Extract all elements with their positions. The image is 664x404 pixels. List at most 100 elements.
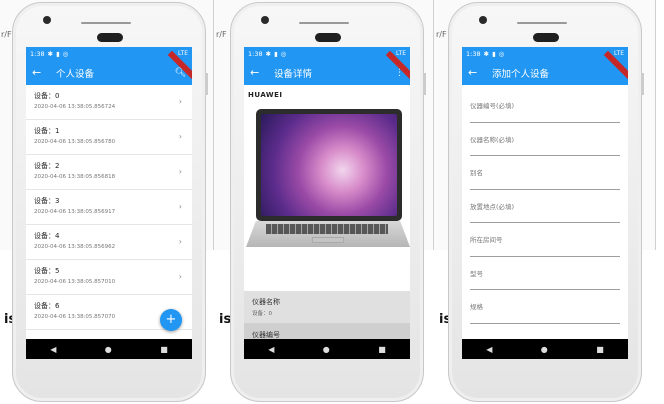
sim-icon: ▮ [492, 49, 496, 58]
app-bar: ← 添加个人设备 [462, 50, 628, 85]
nav-recents-icon[interactable]: ■ [160, 345, 168, 354]
system-nav-bar: ◀ ● ■ [244, 339, 410, 359]
list-item-timestamp: 2020-04-06 13:38:05.856962 [34, 244, 116, 250]
background-text-1: r/F [1, 30, 12, 39]
chevron-right-icon: › [178, 167, 182, 176]
earpiece [315, 33, 341, 42]
list-item-timestamp: 2020-04-06 13:38:05.856724 [34, 104, 116, 110]
settings-icon: ✱ [265, 49, 272, 58]
list-item-title: 设备：6 [34, 302, 60, 310]
earpiece [97, 33, 123, 42]
arrow-back-icon[interactable]: ← [32, 66, 48, 79]
laptop-touchpad [312, 237, 344, 243]
signal-indicator: LTE [178, 50, 188, 57]
location-field[interactable]: 放置地点(必填) [470, 190, 620, 223]
field-value: 设备：0 [252, 311, 272, 317]
earpiece [533, 33, 559, 42]
settings-icon: ✱ [47, 49, 54, 58]
sync-icon: ◎ [498, 49, 505, 58]
nav-home-icon[interactable]: ● [323, 345, 330, 354]
sync-icon: ◎ [62, 49, 69, 58]
phone-device-list: 1:38 ✱ ▮ ◎ LTE ← 个人设备 🔍︎ 设备：0 2020-04-06 … [12, 2, 208, 402]
room-number-field[interactable]: 所在房间号 [470, 223, 620, 257]
list-item[interactable]: 设备：5 2020-04-06 13:38:05.857010 › [26, 260, 192, 295]
nav-recents-icon[interactable]: ■ [596, 345, 604, 354]
background-text-3: r/F [436, 30, 447, 39]
background-text-2: r/F [216, 30, 227, 39]
list-item-title: 设备：2 [34, 162, 60, 170]
list-item-title: 设备：0 [34, 92, 60, 100]
settings-icon: ✱ [483, 49, 490, 58]
spacer [244, 249, 410, 291]
list-item[interactable]: 设备：0 2020-04-06 13:38:05.856724 › [26, 85, 192, 120]
list-item-title: 设备：3 [34, 197, 60, 205]
nav-home-icon[interactable]: ● [541, 345, 548, 354]
speaker-grille [517, 22, 567, 24]
screen: 1:38 ✱ ▮ ◎ LTE ← 添加个人设备 仪器编号(必填) 仪器名称(必填… [462, 47, 628, 359]
nav-back-icon[interactable]: ◀ [486, 345, 492, 354]
spec-field[interactable]: 规格 [470, 290, 620, 324]
status-bar: 1:38 ✱ ▮ ◎ LTE [462, 47, 628, 60]
list-item-title: 设备：4 [34, 232, 60, 240]
alias-field[interactable]: 别名 [470, 156, 620, 190]
screen: 1:38 ✱ ▮ ◎ LTE ← 个人设备 🔍︎ 设备：0 2020-04-06 … [26, 47, 192, 359]
brand-logo: HUAWEI [248, 91, 283, 99]
phone-add-device: 1:38 ✱ ▮ ◎ LTE ← 添加个人设备 仪器编号(必填) 仪器名称(必填… [448, 2, 644, 402]
status-time: 1:38 [30, 49, 45, 58]
screen: 1:38 ✱ ▮ ◎ LTE ← 设备详情 ⋮ HUAWEI 仪器名称 设备：0… [244, 47, 410, 359]
nav-back-icon[interactable]: ◀ [268, 345, 274, 354]
system-nav-bar: ◀ ● ■ [462, 339, 628, 359]
system-nav-bar: ◀ ● ■ [26, 339, 192, 359]
nav-recents-icon[interactable]: ■ [378, 345, 386, 354]
phone-device-detail: 1:38 ✱ ▮ ◎ LTE ← 设备详情 ⋮ HUAWEI 仪器名称 设备：0… [230, 2, 426, 402]
instrument-number-field[interactable]: 仪器编号(必填) [470, 89, 620, 123]
screenshot-stage: r/F r/F r/F is is is 1:38 ✱ ▮ ◎ LTE ← 个人… [0, 0, 664, 404]
chevron-right-icon: › [178, 202, 182, 211]
device-image [244, 109, 410, 249]
power-button[interactable] [641, 73, 644, 95]
instrument-name-field[interactable]: 仪器名称(必填) [470, 123, 620, 156]
list-item[interactable]: 设备：1 2020-04-06 13:38:05.856780 › [26, 120, 192, 155]
camera-icon [261, 16, 269, 24]
nav-home-icon[interactable]: ● [105, 345, 112, 354]
laptop-keyboard [266, 224, 388, 234]
status-bar: 1:38 ✱ ▮ ◎ LTE [26, 47, 192, 60]
sync-icon: ◎ [280, 49, 287, 58]
list-item-title: 设备：1 [34, 127, 60, 135]
app-bar: ← 设备详情 ⋮ [244, 50, 410, 85]
speaker-grille [299, 22, 349, 24]
laptop-display [261, 114, 397, 216]
list-item-timestamp: 2020-04-06 13:38:05.857010 [34, 279, 116, 285]
add-device-form: 仪器编号(必填) 仪器名称(必填) 别名 放置地点(必填) 所在房间号 型号 规… [462, 85, 628, 324]
chevron-right-icon: › [178, 237, 182, 246]
add-device-fab[interactable]: + [160, 309, 182, 331]
speaker-grille [81, 22, 131, 24]
chevron-right-icon: › [178, 272, 182, 281]
arrow-back-icon[interactable]: ← [250, 66, 266, 79]
page-title: 个人设备 [56, 68, 95, 80]
status-time: 1:38 [466, 49, 481, 58]
list-item-timestamp: 2020-04-06 13:38:05.856818 [34, 174, 116, 180]
status-time: 1:38 [248, 49, 263, 58]
power-button[interactable] [423, 73, 426, 95]
camera-icon [43, 16, 51, 24]
status-bar: 1:38 ✱ ▮ ◎ LTE [244, 47, 410, 60]
laptop-lid [256, 109, 402, 221]
signal-indicator: LTE [396, 50, 406, 57]
model-field[interactable]: 型号 [470, 257, 620, 290]
page-title: 设备详情 [274, 68, 313, 80]
device-list: 设备：0 2020-04-06 13:38:05.856724 › 设备：1 2020… [26, 85, 192, 330]
arrow-back-icon[interactable]: ← [468, 66, 484, 79]
list-item[interactable]: 设备：4 2020-04-06 13:38:05.856962 › [26, 225, 192, 260]
detail-field-name: 仪器名称 设备：0 [244, 291, 410, 324]
sim-icon: ▮ [56, 49, 60, 58]
camera-icon [479, 16, 487, 24]
app-bar: ← 个人设备 🔍︎ [26, 50, 192, 85]
list-item-timestamp: 2020-04-06 13:38:05.856780 [34, 139, 116, 145]
chevron-right-icon: › [178, 97, 182, 106]
list-item[interactable]: 设备：2 2020-04-06 13:38:05.856818 › [26, 155, 192, 190]
power-button[interactable] [205, 73, 208, 95]
nav-back-icon[interactable]: ◀ [50, 345, 56, 354]
list-item[interactable]: 设备：3 2020-04-06 13:38:05.856917 › [26, 190, 192, 225]
field-label: 仪器名称 [252, 298, 280, 306]
